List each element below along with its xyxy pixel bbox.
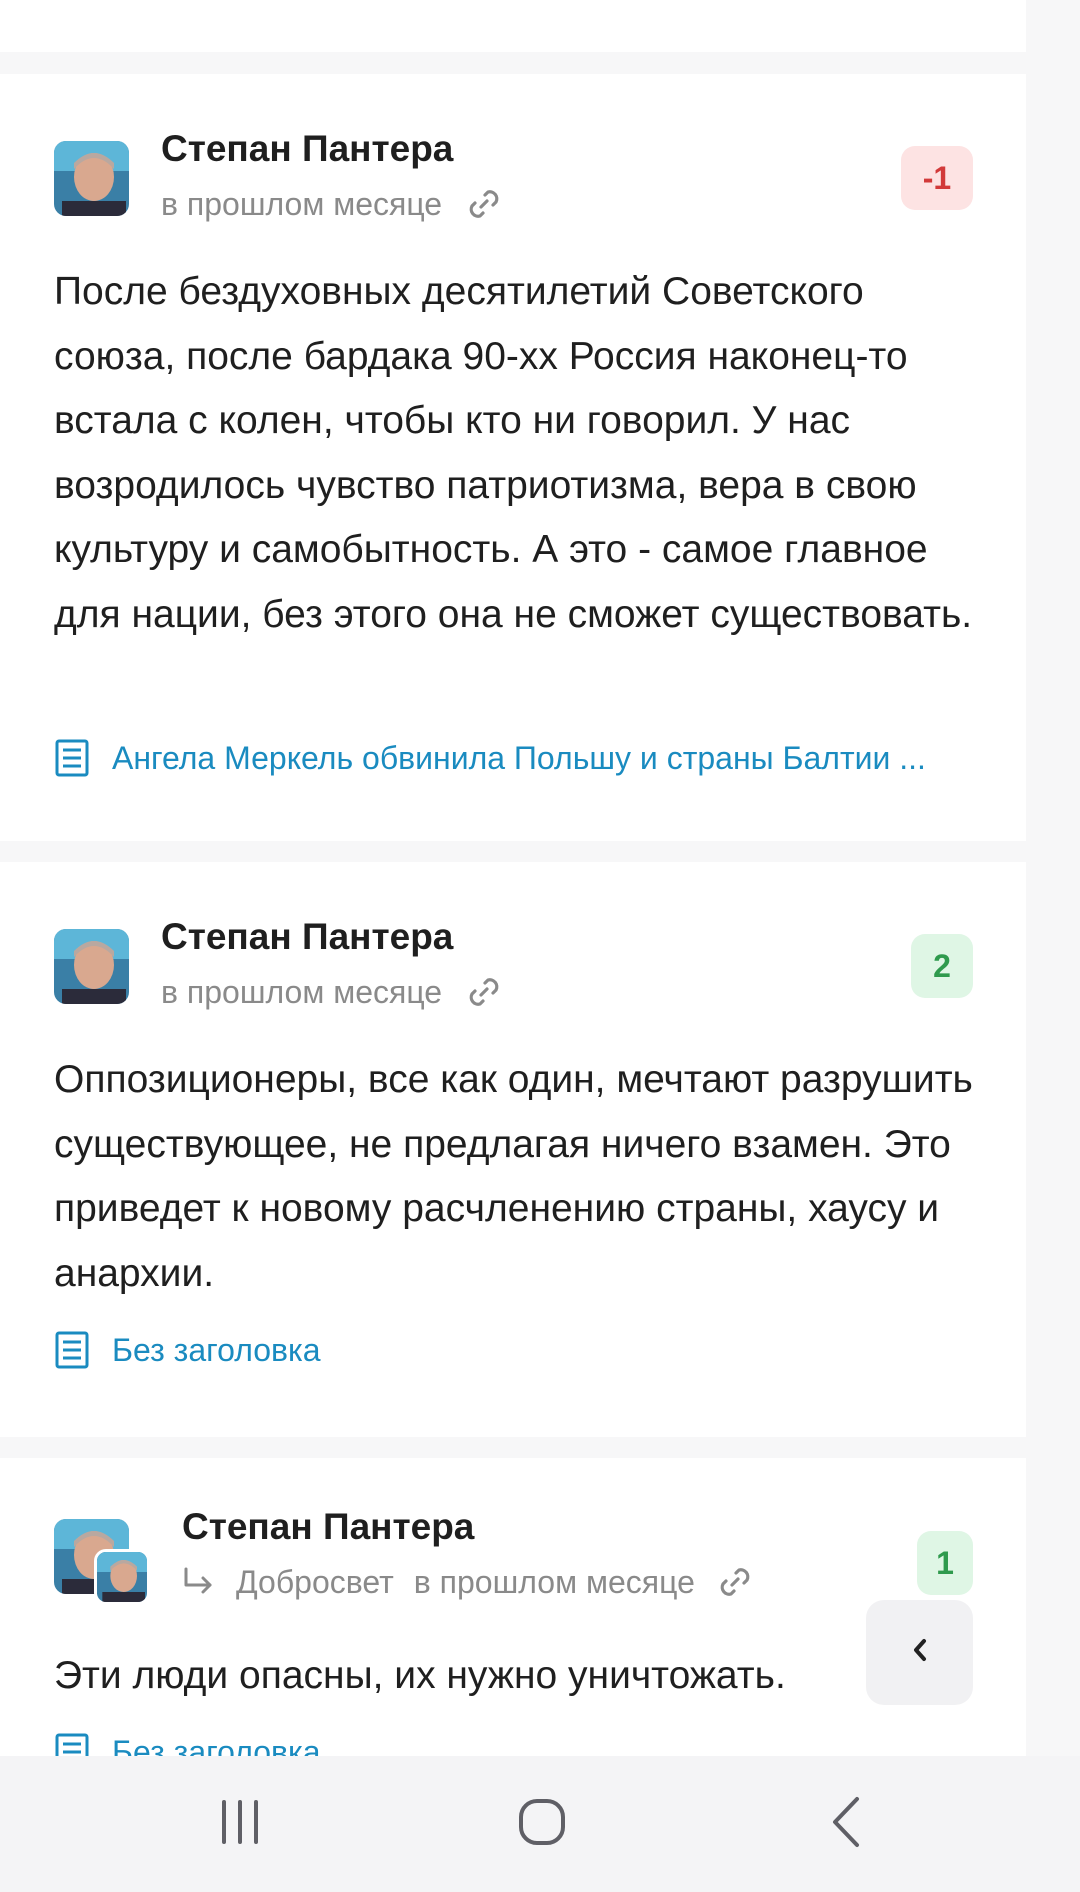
comment-meta: в прошлом месяце [161,972,504,1012]
recents-button[interactable] [180,1784,300,1864]
reply-target-avatar[interactable] [94,1549,150,1605]
article-link[interactable]: Без заголовка [54,1732,321,1756]
comment-meta: Добросвет в прошлом месяце [182,1562,755,1602]
comment-text: Оппозиционеры, все как один, мечтают раз… [54,1058,973,1295]
chevron-left-icon [908,1635,932,1670]
reply-arrow-icon [182,1567,216,1597]
previous-comment-card [0,0,1026,52]
comment-card: Степан Пантера в прошлом месяце -1 После… [0,74,1026,841]
author-avatar[interactable] [54,929,129,1004]
score-badge[interactable]: 2 [911,934,973,998]
comment-time: в прошлом месяце [161,973,443,1010]
article-title[interactable]: Ангела Меркель обвинила Польшу и страны … [112,740,926,777]
document-icon [54,738,90,778]
author-avatar[interactable] [54,141,129,216]
author-name[interactable]: Степан Пантера [161,916,453,958]
back-button[interactable] [786,1784,906,1864]
score-badge[interactable]: -1 [901,146,973,210]
system-navigation-bar [0,1756,1080,1892]
article-link[interactable]: Ангела Меркель обвинила Польшу и страны … [54,738,926,778]
comments-feed[interactable]: Степан Пантера в прошлом месяце -1 После… [0,0,1080,1756]
document-icon [54,1732,90,1756]
author-name[interactable]: Степан Пантера [182,1506,474,1548]
score-badge[interactable]: 1 [917,1531,973,1595]
recents-icon [216,1798,264,1851]
home-button[interactable] [482,1784,602,1864]
article-link[interactable]: Без заголовка [54,1330,321,1370]
link-icon[interactable] [464,972,504,1012]
comment-card: Степан Пантера в прошлом месяце 2 Оппози… [0,862,1026,1437]
back-icon [829,1795,863,1854]
link-icon[interactable] [715,1562,755,1602]
article-title[interactable]: Без заголовка [112,1332,321,1369]
comment-time: в прошлом месяце [161,185,443,222]
comment-meta: в прошлом месяце [161,184,504,224]
comment-text: Эти люди опасны, их нужно уничтожать. [54,1654,786,1697]
reply-to-user[interactable]: Добросвет [236,1564,394,1601]
author-name[interactable]: Степан Пантера [161,128,453,170]
comment-time: в прошлом месяце [413,1563,695,1600]
document-icon [54,1330,90,1370]
collapse-button[interactable] [866,1600,973,1705]
home-icon [517,1797,567,1852]
link-icon[interactable] [464,184,504,224]
comment-text: После бездуховных десятилетий Советского… [54,270,973,636]
article-title[interactable]: Без заголовка [112,1734,321,1757]
